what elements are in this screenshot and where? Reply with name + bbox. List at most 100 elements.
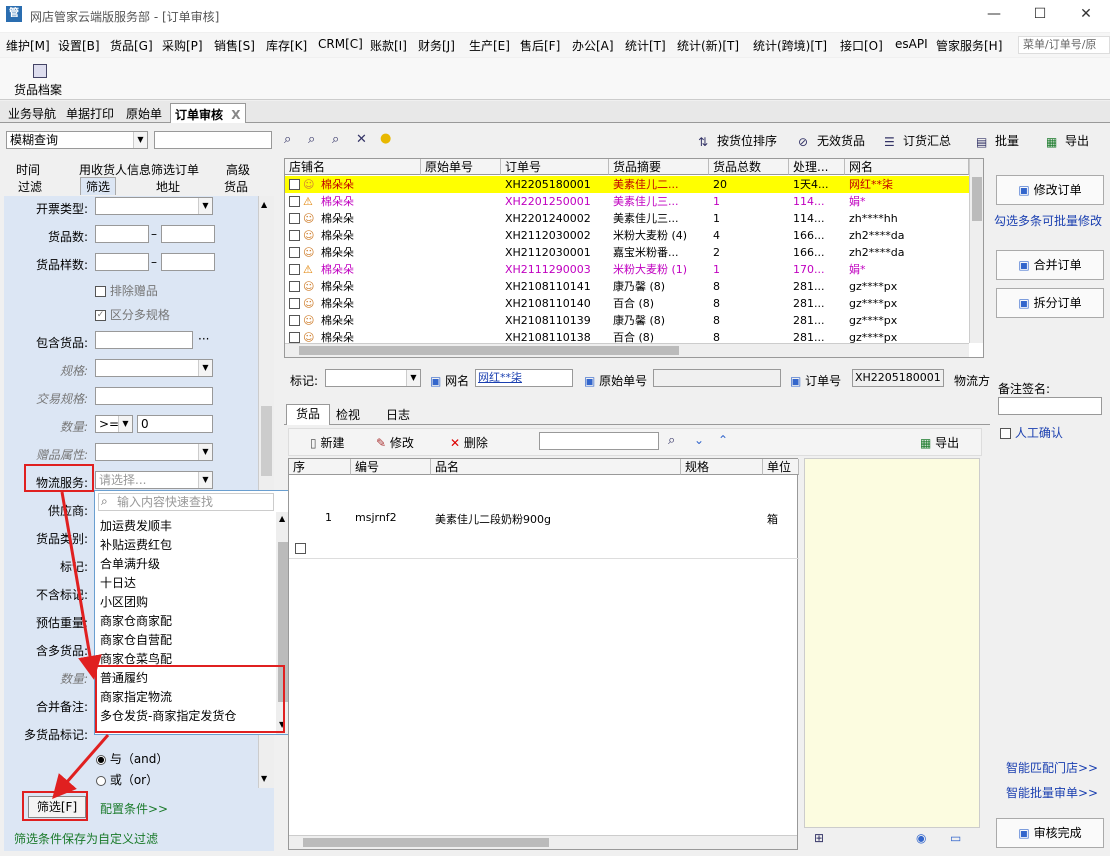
smart-match-store-link[interactable]: 智能匹配门店>>	[1006, 759, 1098, 776]
cell-shop: 棉朵朵	[321, 297, 354, 310]
logistics-label: 物流方	[954, 374, 991, 388]
cell-order: XH2108110139	[505, 314, 591, 327]
table-row[interactable]: ☺ 棉朵朵 XH2201240002 美素佳儿三... 1 114... zh****hh	[285, 210, 969, 227]
row-checkbox[interactable]	[289, 281, 300, 292]
table-row[interactable]: ☺ 棉朵朵 XH2108110139 康乃馨 (8) 8 281... gz****px	[285, 312, 969, 329]
col-spec[interactable]: 规格	[681, 459, 763, 475]
smart-batch-review-link[interactable]: 智能批量审单>>	[1006, 784, 1098, 801]
table-row[interactable]: ☺ 棉朵朵 XH2112030001 嘉宝米粉番... 2 166... zh2****da	[285, 244, 969, 261]
col-processing[interactable]: 处理...	[789, 159, 845, 175]
edit-order-button[interactable]: ▣ 修改订单	[996, 175, 1104, 205]
col-name[interactable]: 品名	[431, 459, 681, 475]
cell-count: 8	[713, 314, 720, 327]
col-goods-summary[interactable]: 货品摘要	[609, 159, 709, 175]
cell-nick: gz****px	[849, 280, 898, 293]
grid-hscroll-thumb[interactable]	[299, 346, 679, 355]
col-raw-order[interactable]: 原始单号	[421, 159, 501, 175]
detail-seq: 1	[325, 511, 332, 524]
arrow-to-options	[60, 491, 102, 680]
person-icon: ☺	[303, 212, 315, 225]
cell-nick: zh2****da	[849, 229, 905, 242]
detail-row-checkbox[interactable]	[295, 543, 306, 554]
person-icon: ☺	[303, 246, 315, 259]
row-checkbox[interactable]	[289, 213, 300, 224]
cell-goods: 米粉大麦粉 (4)	[613, 229, 688, 242]
detail-name: 美素佳儿二段奶粉900g	[435, 513, 551, 526]
copy-icon[interactable]: ▣	[430, 374, 441, 388]
table-row[interactable]: ☺ 棉朵朵 XH2112030002 米粉大麦粉 (4) 4 166... zh2****d…	[285, 227, 969, 244]
table-row[interactable]: ⚠ 棉朵朵 XH2111290003 米粉大麦粉 (1) 1 170... 娟*	[285, 261, 969, 278]
batch-edit-hint[interactable]: 勾选多条可批量修改	[994, 212, 1102, 229]
col-unit[interactable]: 单位	[763, 459, 799, 475]
detail-export-button[interactable]: ▦ 导出	[920, 434, 959, 451]
row-checkbox[interactable]	[289, 247, 300, 258]
row-checkbox[interactable]	[289, 264, 300, 275]
add-note-icon[interactable]: ⊞	[814, 831, 824, 845]
row-checkbox[interactable]	[289, 230, 300, 241]
split-order-label: 拆分订单	[1033, 296, 1082, 310]
cell-raw	[421, 312, 501, 329]
edit-button[interactable]: ✎ 修改	[376, 434, 414, 451]
col-nick[interactable]: 网名	[845, 159, 969, 175]
cell-order: XH2112030002	[505, 229, 591, 242]
checkbox-icon	[1000, 428, 1011, 439]
detail-grid: 序 编号 品名 规格 单位 1 msjrnf2 美素佳儿二段奶粉900g 箱	[288, 458, 799, 850]
col-order-no[interactable]: 订单号	[501, 159, 609, 175]
detail-tab-log[interactable]: 日志	[386, 406, 410, 423]
detail-hscrollbar[interactable]	[289, 835, 797, 849]
nick-value[interactable]: 网红**柒	[475, 369, 573, 387]
split-order-button[interactable]: ▣ 拆分订单	[996, 288, 1104, 318]
detail-hscroll-thumb[interactable]	[303, 838, 549, 847]
detail-tab-goods[interactable]: 货品	[286, 404, 330, 425]
new-button[interactable]: ▯ 新建	[310, 434, 344, 451]
cell-order: XH2108110141	[505, 280, 591, 293]
merge-order-button[interactable]: ▣ 合并订单	[996, 250, 1104, 280]
new-doc-icon: ▯	[310, 436, 317, 450]
detail-code: msjrnf2	[355, 511, 397, 524]
col-code[interactable]: 编号	[351, 459, 431, 475]
table-row[interactable]: 1 msjrnf2 美素佳儿二段奶粉900g 箱	[289, 477, 799, 559]
note-sign-input[interactable]	[998, 397, 1102, 415]
chevron-up-icon[interactable]: ⌃	[718, 433, 728, 447]
table-row[interactable]: ☺ 棉朵朵 XH2108110141 康乃馨 (8) 8 281... gz****px	[285, 278, 969, 295]
table-row[interactable]: ☺ 棉朵朵 XH2108110140 百合 (8) 8 281... gz****px	[285, 295, 969, 312]
row-checkbox[interactable]	[289, 196, 300, 207]
detail-search-input[interactable]	[539, 432, 659, 450]
row-checkbox[interactable]	[289, 298, 300, 309]
grid-vscroll-thumb[interactable]	[972, 177, 982, 221]
review-done-button[interactable]: ▣ 审核完成	[996, 818, 1104, 848]
cell-proc: 166...	[793, 246, 825, 259]
row-checkbox[interactable]	[289, 332, 300, 343]
merge-icon: ▣	[1018, 258, 1030, 272]
cell-count: 1	[713, 195, 720, 208]
grid-hscrollbar[interactable]	[285, 343, 969, 357]
row-checkbox[interactable]	[289, 315, 300, 326]
cell-shop: 棉朵朵	[321, 229, 354, 242]
person-icon: ☺	[303, 314, 315, 327]
cell-nick: zh****hh	[849, 212, 898, 225]
chevron-down-icon[interactable]: ⌄	[694, 433, 704, 447]
detail-tab-inspect[interactable]: 检视	[336, 406, 360, 423]
order-no-field[interactable]: XH2205180001	[852, 369, 944, 387]
manual-confirm-checkbox[interactable]: 人工确认	[1000, 424, 1063, 441]
note-area[interactable]	[804, 458, 980, 828]
comment-icon[interactable]: ▭	[950, 831, 961, 845]
cell-order: XH2205180001	[505, 178, 591, 191]
row-checkbox[interactable]	[289, 179, 300, 190]
cell-count: 1	[713, 263, 720, 276]
copy-icon[interactable]: ▣	[790, 374, 801, 388]
cell-nick: gz****px	[849, 314, 898, 327]
tag-select[interactable]: ▼	[325, 369, 421, 387]
delete-button[interactable]: ✕ 删除	[450, 434, 488, 451]
raw-order-field[interactable]	[653, 369, 781, 387]
col-seq[interactable]: 序	[289, 459, 351, 475]
table-row[interactable]: ⚠ 棉朵朵 XH2201250001 美素佳儿三... 1 114... 娟*	[285, 193, 969, 210]
col-goods-count[interactable]: 货品总数	[709, 159, 789, 175]
eye-icon[interactable]: ◉	[916, 831, 926, 845]
col-shop[interactable]: 店铺名	[285, 159, 421, 175]
copy-icon[interactable]: ▣	[584, 374, 595, 388]
grid-vscrollbar[interactable]	[969, 159, 983, 343]
table-row[interactable]: ☺ 棉朵朵 XH2205180001 美素佳儿二... 20 1天4... 网红**柒	[285, 176, 969, 193]
search-icon[interactable]: ⌕	[668, 433, 675, 448]
person-icon: ☺	[303, 280, 315, 293]
